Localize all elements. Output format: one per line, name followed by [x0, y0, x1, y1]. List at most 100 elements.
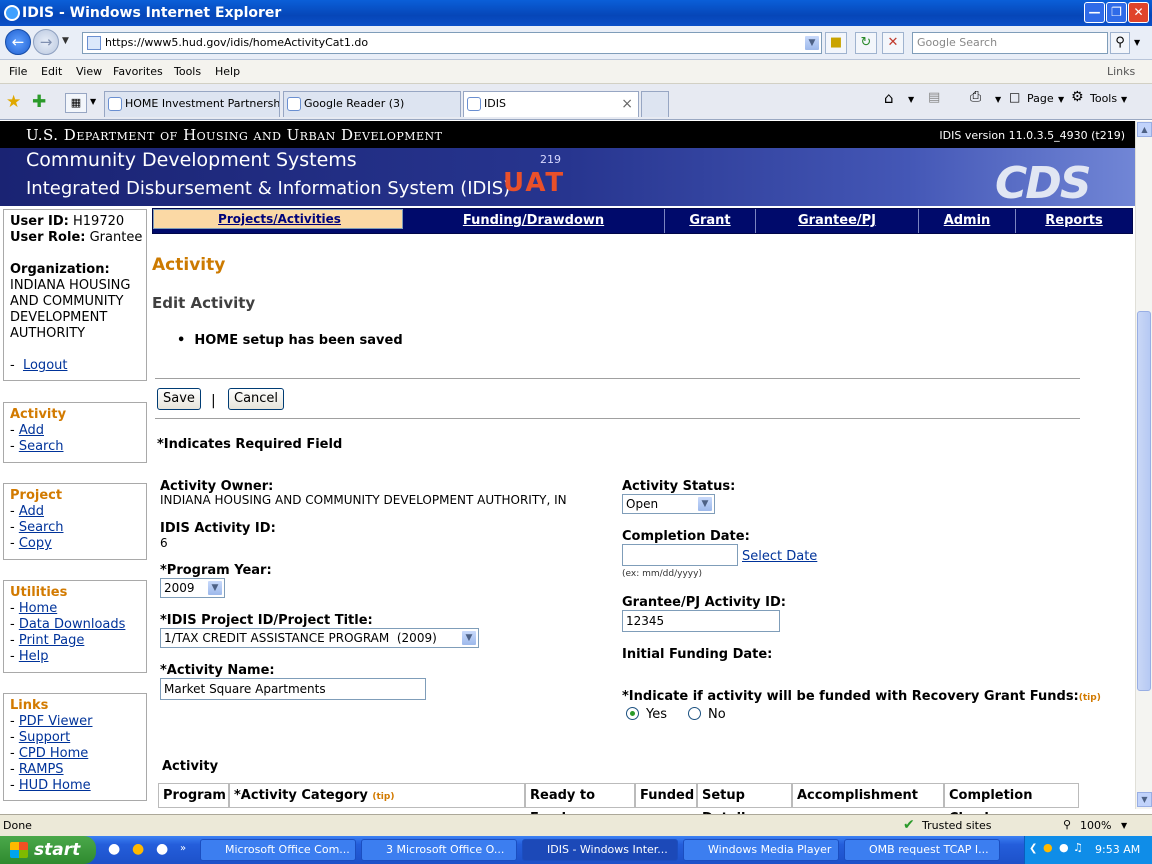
help-link[interactable]: Help	[19, 649, 49, 664]
tray-ie-icon[interactable]: ●	[1059, 841, 1069, 854]
links-label[interactable]: Links	[1107, 65, 1135, 78]
activity-status-select[interactable]: Open ▼	[622, 494, 715, 514]
nav-grant[interactable]: Grant	[665, 209, 756, 233]
cpd-home-link[interactable]: CPD Home	[19, 746, 88, 761]
refresh-icon[interactable]: ↻	[855, 32, 877, 54]
zoom-level[interactable]: 100%	[1080, 819, 1111, 832]
page-dropdown-icon[interactable]: ▼	[1058, 95, 1064, 104]
tools-dropdown-icon[interactable]: ▼	[1121, 95, 1127, 104]
taskbar-item-office-group[interactable]: 3 Microsoft Office O...	[361, 839, 517, 861]
search-options-icon[interactable]: ▼	[1134, 38, 1140, 47]
project-copy-link[interactable]: Copy	[19, 536, 52, 551]
windows-logo-icon	[10, 842, 28, 858]
project-select[interactable]: 1/TAX CREDIT ASSISTANCE PROGRAM (2009) ▼	[160, 628, 479, 648]
zoom-dropdown-icon[interactable]: ▼	[1121, 821, 1127, 830]
print-icon[interactable]: ⎙	[970, 89, 981, 105]
quicklaunch-desktop-icon[interactable]: ●	[156, 841, 168, 857]
project-search-link[interactable]: Search	[19, 520, 64, 535]
lock-icon[interactable]: ■	[825, 32, 847, 54]
tab-google-reader[interactable]: Google Reader (3)	[283, 91, 461, 117]
feeds-icon[interactable]: ▤	[928, 90, 940, 105]
tab-home-investment[interactable]: HOME Investment Partnershi...	[104, 91, 280, 117]
tab-idis[interactable]: IDIS ×	[463, 91, 639, 117]
tools-menu[interactable]: Tools	[1090, 92, 1117, 105]
add-favorite-icon[interactable]: ✚	[32, 92, 46, 112]
taskbar-item-idis[interactable]: IDIS - Windows Inter...	[522, 839, 678, 861]
scroll-thumb[interactable]	[1137, 311, 1151, 691]
address-input[interactable]: https://www5.hud.gov/idis/homeActivityCa…	[82, 32, 822, 54]
tab-list-icon[interactable]: ▼	[90, 97, 96, 106]
home-dropdown-icon[interactable]: ▼	[908, 95, 914, 104]
select-date-link[interactable]: Select Date	[742, 549, 817, 564]
taskbar-item-omb-request[interactable]: OMB request TCAP I...	[844, 839, 1000, 861]
page-menu[interactable]: Page	[1027, 92, 1054, 105]
cds-logo: CDS	[995, 158, 1092, 209]
gear-icon[interactable]: ⚙	[1071, 89, 1084, 105]
menu-view[interactable]: View	[76, 65, 102, 78]
ramps-link[interactable]: RAMPS	[19, 762, 64, 777]
nav-admin[interactable]: Admin	[919, 209, 1016, 233]
recovery-no-radio[interactable]	[688, 707, 701, 720]
maximize-button[interactable]: ❐	[1106, 2, 1127, 23]
scroll-up-icon[interactable]: ▲	[1137, 122, 1152, 137]
activity-search-link[interactable]: Search	[19, 439, 64, 454]
page-icon[interactable]: □	[1009, 90, 1020, 104]
menu-favorites[interactable]: Favorites	[113, 65, 163, 78]
search-icon[interactable]: ⚲	[1110, 32, 1130, 54]
nav-reports[interactable]: Reports	[1016, 209, 1132, 233]
completion-date-input[interactable]	[622, 544, 738, 566]
home-icon[interactable]: ⌂	[884, 89, 894, 107]
zoom-icon[interactable]: ⚲	[1063, 818, 1071, 831]
category-tip-link[interactable]: (tip)	[372, 792, 394, 802]
forward-button[interactable]: →	[33, 29, 59, 55]
tray-expand-icon[interactable]: ❮	[1029, 843, 1037, 854]
data-downloads-link[interactable]: Data Downloads	[19, 617, 126, 632]
tab-close-icon[interactable]: ×	[621, 92, 633, 116]
search-input[interactable]: Google Search	[912, 32, 1108, 54]
print-dropdown-icon[interactable]: ▼	[995, 95, 1001, 104]
program-year-select[interactable]: 2009 ▼	[160, 578, 225, 598]
start-button[interactable]: start	[0, 836, 96, 864]
new-tab-button[interactable]	[641, 91, 669, 117]
tray-volume-icon[interactable]: ♫	[1073, 841, 1083, 854]
quick-tabs-icon[interactable]: ▦	[65, 93, 87, 113]
taskbar-item-office-com[interactable]: Microsoft Office Com...	[200, 839, 356, 861]
nav-grantee-pj[interactable]: Grantee/PJ	[756, 209, 919, 233]
activity-name-input[interactable]: Market Square Apartments	[160, 678, 426, 700]
scroll-down-icon[interactable]: ▼	[1137, 792, 1152, 807]
quicklaunch-expand-icon[interactable]: »	[180, 843, 186, 854]
menu-edit[interactable]: Edit	[41, 65, 62, 78]
recovery-tip-link[interactable]: (tip)	[1079, 693, 1101, 703]
support-link[interactable]: Support	[19, 730, 70, 745]
logout-link[interactable]: Logout	[23, 358, 68, 373]
favorites-star-icon[interactable]: ★	[6, 92, 21, 112]
tray-outlook-icon[interactable]: ●	[1043, 841, 1053, 854]
menu-help[interactable]: Help	[215, 65, 240, 78]
nav-funding-drawdown[interactable]: Funding/Drawdown	[403, 209, 665, 233]
history-dropdown-icon[interactable]: ▼	[62, 36, 69, 46]
nav-projects-activities[interactable]: Projects/Activities	[153, 209, 403, 229]
stop-icon[interactable]: ✕	[882, 32, 904, 54]
quicklaunch-ie-icon[interactable]: ●	[108, 841, 120, 857]
minimize-button[interactable]: —	[1084, 2, 1105, 23]
menu-file[interactable]: File	[9, 65, 27, 78]
quicklaunch-outlook-icon[interactable]: ●	[132, 841, 144, 857]
grantee-activity-id-input[interactable]: 12345	[622, 610, 780, 632]
back-button[interactable]: ←	[5, 29, 31, 55]
home-link[interactable]: Home	[19, 601, 57, 616]
menu-tools[interactable]: Tools	[174, 65, 201, 78]
activity-add-link[interactable]: Add	[19, 423, 44, 438]
date-format-hint: (ex: mm/dd/yyyy)	[622, 569, 702, 579]
print-page-link[interactable]: Print Page	[19, 633, 85, 648]
close-button[interactable]: ✕	[1128, 2, 1149, 23]
pdf-viewer-link[interactable]: PDF Viewer	[19, 714, 93, 729]
recovery-yes-radio[interactable]	[626, 707, 639, 720]
project-add-link[interactable]: Add	[19, 504, 44, 519]
org-line: AUTHORITY	[10, 326, 86, 341]
save-button[interactable]: Save	[157, 388, 201, 410]
hud-home-link[interactable]: HUD Home	[19, 778, 91, 793]
cancel-button[interactable]: Cancel	[228, 388, 285, 410]
vertical-scrollbar[interactable]: ▲ ▼	[1135, 121, 1152, 809]
address-dropdown-icon[interactable]: ▼	[804, 35, 820, 51]
taskbar-item-media-player[interactable]: Windows Media Player	[683, 839, 839, 861]
